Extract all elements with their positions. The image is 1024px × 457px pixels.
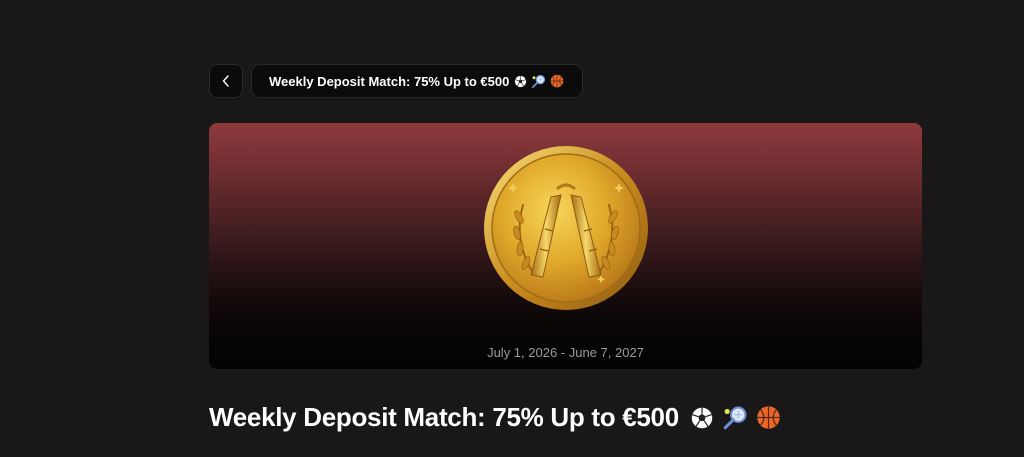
pill-title-text: Weekly Deposit Match: 75% Up to €500 (269, 73, 510, 89)
promotion-date-range: July 1, 2026 - June 7, 2027 (487, 345, 644, 360)
page-title-text: Weekly Deposit Match: 75% Up to €500 (209, 402, 679, 432)
soccer-ball-icon (514, 74, 528, 88)
soccer-ball-icon (690, 406, 714, 429)
promotion-banner: July 1, 2026 - June 7, 2027 (209, 123, 922, 369)
sport-icons (690, 405, 781, 431)
tennis-racket-icon (532, 74, 546, 88)
chevron-left-icon (222, 75, 229, 87)
back-button[interactable] (209, 64, 243, 98)
basketball-icon (757, 406, 780, 429)
gold-medal-image (484, 146, 648, 310)
tennis-racket-icon (723, 406, 747, 429)
page-title: Weekly Deposit Match: 75% Up to €500 (209, 402, 781, 433)
basketball-icon (551, 74, 564, 88)
promotion-title-pill: Weekly Deposit Match: 75% Up to €500 (251, 64, 584, 98)
sport-icons (514, 74, 564, 89)
